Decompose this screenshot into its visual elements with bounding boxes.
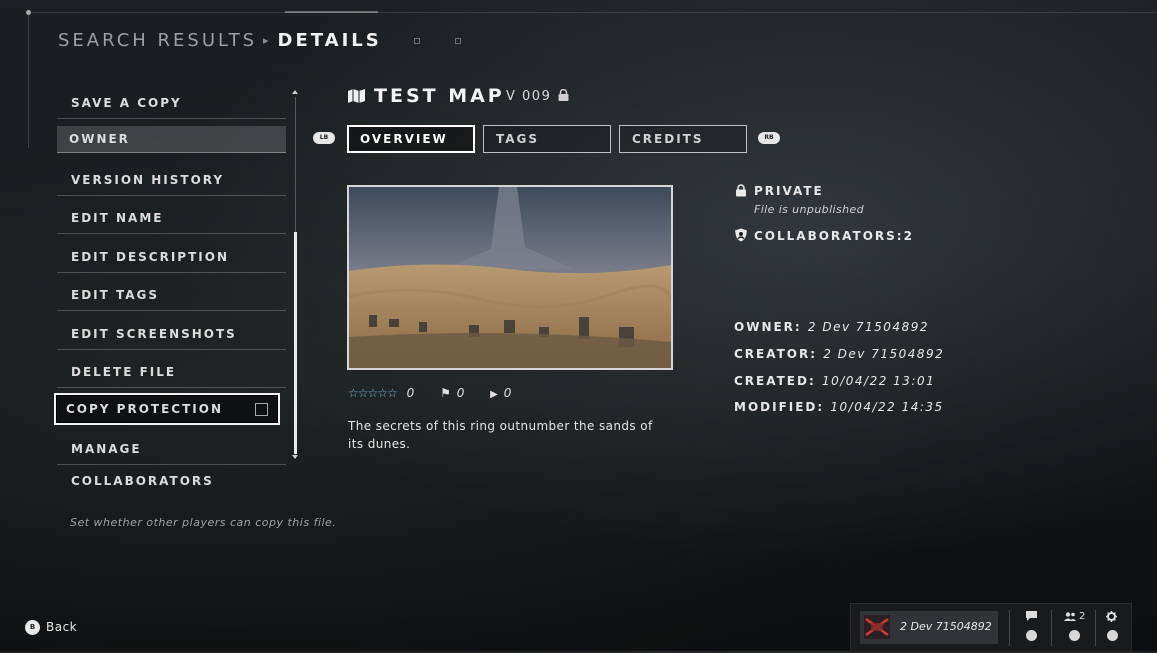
bookmark-count: 0 (456, 386, 465, 400)
play-icon: ▶ (490, 389, 498, 400)
menu-item-edit-screenshots[interactable]: EDIT SCREENSHOTS (57, 318, 286, 350)
menu-item-copy-protection[interactable]: COPY PROTECTION (54, 393, 280, 425)
footer-divider (1051, 610, 1052, 646)
lock-icon (736, 184, 746, 197)
collaborators-count: 2 (903, 229, 914, 243)
scroll-down-arrow-icon[interactable] (292, 455, 298, 459)
chat-icon[interactable] (1026, 611, 1037, 621)
version-label: V 009 (506, 89, 552, 104)
page-title: DETAILS (277, 30, 382, 51)
breadcrumb: SEARCH RESULTS ▸ DETAILS (58, 30, 382, 51)
creator-label: CREATOR: (734, 347, 818, 361)
map-title: TEST MAP (374, 85, 505, 107)
creator-row: CREATOR: 2 Dev 71504892 (734, 347, 944, 361)
map-screenshot-image (349, 187, 671, 368)
scroll-up-arrow-icon[interactable] (292, 90, 298, 94)
copy-protection-checkbox[interactable] (255, 403, 268, 416)
breadcrumb-parent[interactable]: SEARCH RESULTS (58, 30, 257, 51)
settings-button-dot-icon[interactable] (1107, 630, 1118, 641)
lock-icon (558, 89, 569, 101)
rating-stars-icon: ☆☆☆☆☆ (348, 386, 398, 400)
owner-label: OWNER: (734, 320, 802, 334)
chat-button-dot-icon[interactable] (1026, 630, 1037, 641)
menu-item-delete-file[interactable]: DELETE FILE (57, 356, 286, 388)
footer-divider (1095, 610, 1096, 646)
player-name: 2 Dev 71504892 (900, 620, 992, 633)
map-icon (348, 89, 365, 103)
tab-tags[interactable]: TAGS (483, 125, 611, 153)
page-indicator-dot (414, 38, 420, 44)
corner-dot (26, 10, 31, 15)
gear-icon[interactable] (1106, 611, 1117, 622)
lb-bumper-icon[interactable]: LB (313, 132, 335, 144)
modified-value: 10/04/22 14:35 (830, 400, 944, 414)
created-label: CREATED: (734, 374, 816, 388)
scrollbar-thumb[interactable] (294, 232, 297, 454)
menu-item-save-a-copy[interactable]: SAVE A COPY (57, 87, 286, 119)
rb-bumper-icon[interactable]: RB (758, 132, 780, 144)
map-description: The secrets of this ring outnumber the s… (348, 419, 653, 451)
rating-count: 0 (406, 386, 415, 400)
created-value: 10/04/22 13:01 (821, 374, 936, 388)
friends-icon[interactable] (1064, 612, 1076, 621)
play-count: 0 (503, 386, 512, 400)
modified-row: MODIFIED: 10/04/22 14:35 (734, 400, 944, 414)
menu-item-owner[interactable]: OWNER (57, 126, 286, 153)
friends-button-dot-icon[interactable] (1069, 630, 1080, 641)
bookmark-icon: ⚑ (440, 386, 451, 400)
menu-item-manage-collaborators[interactable]: MANAGE COLLABORATORS (57, 433, 286, 488)
b-button-icon[interactable]: B (25, 620, 40, 635)
player-emblem-icon (864, 615, 890, 639)
breadcrumb-separator: ▸ (263, 34, 272, 47)
footer-divider (1009, 610, 1010, 646)
menu-item-edit-tags[interactable]: EDIT TAGS (57, 279, 286, 311)
page-indicator-dot (455, 38, 461, 44)
map-screenshot[interactable] (347, 185, 673, 370)
menu-item-edit-description[interactable]: EDIT DESCRIPTION (57, 241, 286, 273)
menu-item-edit-name[interactable]: EDIT NAME (57, 202, 286, 234)
owner-value: 2 Dev 71504892 (807, 320, 929, 334)
modified-label: MODIFIED: (734, 400, 825, 414)
menu-item-label: COPY PROTECTION (66, 402, 223, 416)
back-button[interactable]: Back (46, 620, 77, 634)
top-divider (28, 12, 1157, 13)
creator-value: 2 Dev 71504892 (823, 347, 945, 361)
collaborators-info[interactable]: COLLABORATORS:2 (754, 229, 914, 243)
tab-overview[interactable]: OVERVIEW (347, 125, 475, 153)
tab-credits[interactable]: CREDITS (619, 125, 747, 153)
left-vertical-line (28, 12, 29, 148)
friends-count: 2 (1079, 611, 1086, 622)
map-stats: ☆☆☆☆☆ 0 ⚑ 0 ▶ 0 (348, 386, 511, 400)
owner-row: OWNER: 2 Dev 71504892 (734, 320, 929, 334)
menu-item-version-history[interactable]: VERSION HISTORY (57, 164, 286, 196)
privacy-status: PRIVATE (754, 184, 824, 198)
menu-hint-text: Set whether other players can copy this … (70, 516, 337, 529)
collaborators-label: COLLABORATORS: (754, 229, 904, 243)
top-divider-highlight (285, 11, 378, 13)
created-row: CREATED: 10/04/22 13:01 (734, 374, 935, 388)
privacy-substatus: File is unpublished (754, 203, 865, 216)
collaborators-shield-icon (735, 228, 747, 242)
